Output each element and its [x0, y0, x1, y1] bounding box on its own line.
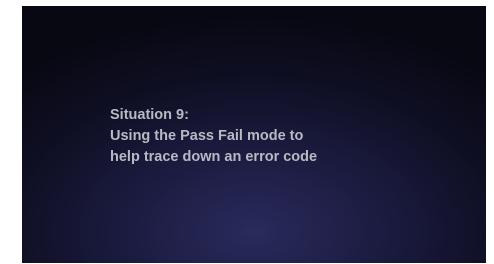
title-line-2: Using the Pass Fail mode to	[110, 128, 304, 144]
title-slide: Situation 9: Using the Pass Fail mode to…	[22, 6, 486, 263]
title-line-1: Situation 9:	[110, 107, 189, 123]
slide-title: Situation 9: Using the Pass Fail mode to…	[110, 105, 317, 168]
title-line-3: help trace down an error code	[110, 149, 318, 165]
